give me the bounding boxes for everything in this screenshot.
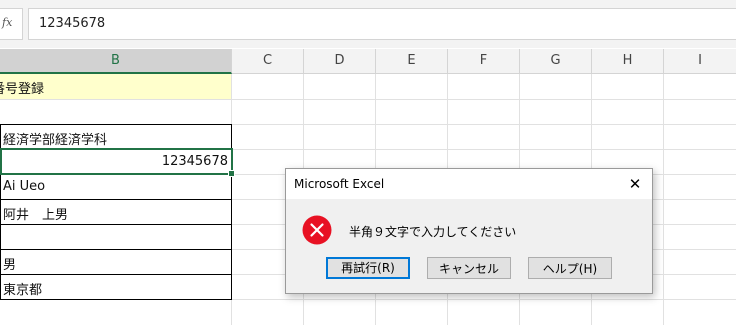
faculty-text: 経済学部経済学科 <box>3 133 108 148</box>
column-header-e[interactable]: E <box>376 49 448 73</box>
cell-b-gender[interactable]: 男 <box>0 250 231 274</box>
column-header-g[interactable]: G <box>520 49 592 73</box>
cancel-button[interactable]: キャンセル <box>427 257 511 279</box>
cell-b-romaji[interactable]: Ai Ueo <box>0 175 231 199</box>
formula-input[interactable]: 12345678 <box>28 8 736 40</box>
error-dialog: Microsoft Excel ✕ 半角９文字で入力してください 再試行(R) … <box>285 168 653 294</box>
cell-b-empty[interactable] <box>0 225 231 249</box>
cell-b-number-selected[interactable]: 12345678 <box>0 148 235 177</box>
gridline <box>0 99 736 100</box>
column-headers: B C D E F G H I <box>0 49 736 74</box>
dialog-message: 半角９文字で入力してください <box>349 225 517 239</box>
cell-b-kanji-name[interactable]: 阿井 上男 <box>0 200 231 224</box>
gender-text: 男 <box>3 258 17 273</box>
dialog-titlebar[interactable]: Microsoft Excel ✕ <box>286 169 652 199</box>
cell-b-title[interactable]: 番号登録 <box>0 74 231 99</box>
cell-b-faculty[interactable]: 経済学部経済学科 <box>0 125 231 149</box>
column-header-h[interactable]: H <box>592 49 664 73</box>
cell-b-address[interactable]: 東京都 <box>0 275 231 299</box>
close-icon[interactable]: ✕ <box>618 169 652 199</box>
column-header-i[interactable]: I <box>664 49 736 73</box>
column-header-d[interactable]: D <box>304 49 376 73</box>
column-header-b[interactable]: B <box>0 49 232 74</box>
retry-button[interactable]: 再試行(R) <box>326 257 410 279</box>
error-icon <box>302 215 332 245</box>
dialog-title: Microsoft Excel <box>294 177 385 191</box>
insert-function-button[interactable]: fx <box>0 8 23 40</box>
column-header-c[interactable]: C <box>232 49 304 73</box>
kanji-name-text: 阿井 上男 <box>3 208 69 223</box>
formula-value: 12345678 <box>39 16 106 31</box>
column-header-f[interactable]: F <box>448 49 520 73</box>
romaji-text: Ai Ueo <box>3 179 46 194</box>
help-button[interactable]: ヘルプ(H) <box>528 257 612 279</box>
number-text: 12345678 <box>161 154 228 169</box>
formula-bar: fx 12345678 <box>0 0 736 48</box>
address-text: 東京都 <box>3 283 43 298</box>
title-text: 番号登録 <box>0 82 45 97</box>
fx-icon: fx <box>2 16 13 29</box>
